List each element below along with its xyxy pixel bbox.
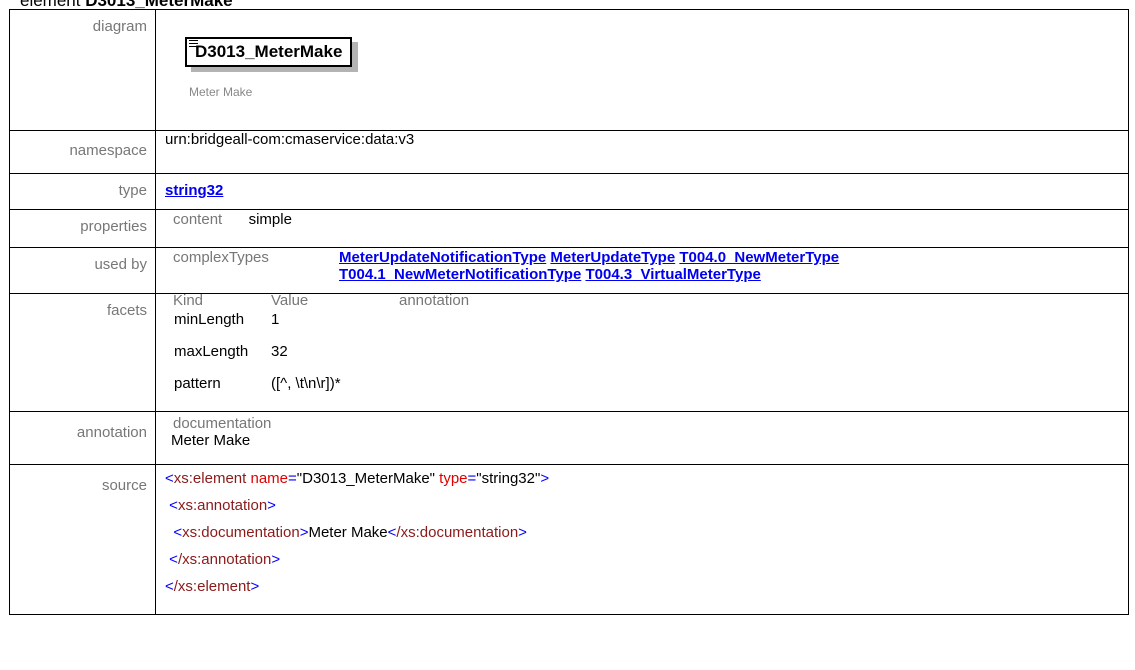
properties-value: simple [248,211,292,228]
used-by-link[interactable]: T004.3_VirtualMeterType [585,266,760,283]
annotation-label: annotation [9,411,156,465]
facets-table: Kind Value annotation minLength 1 maxLen… [173,293,469,407]
used-by-table: complexTypes MeterUpdateNotificationType… [173,249,839,283]
element-doc-table: diagram D3013_MeterMake Meter Make names… [9,9,1129,615]
facets-label: facets [9,293,156,412]
used-by-row: used by complexTypes MeterUpdateNotifica… [9,247,1129,294]
facet-kind: maxLength [174,343,249,360]
source-line: </xs:element> [165,578,260,595]
namespace-value: urn:bridgeall-com:cmaservice:data:v3 [155,130,1129,174]
source-code: <xs:element name="D3013_MeterMake" type=… [155,464,1129,615]
diagram-caption: Meter Make [189,85,253,99]
facets-header-row: Kind Value annotation [173,293,469,311]
used-by-kind: complexTypes [173,249,269,266]
type-label: type [9,173,156,210]
type-link[interactable]: string32 [165,182,223,199]
diagram-box-label: D3013_MeterMake [195,42,343,61]
facet-kind: minLength [174,311,245,328]
annotation-key: documentation [173,415,272,432]
used-by-link[interactable]: T004.1_NewMeterNotificationType [339,266,581,283]
source-row: source <xs:element name="D3013_MeterMake… [9,464,1129,615]
type-cell: string32 [155,173,1129,210]
properties-label: properties [9,209,156,248]
properties-row: properties content simple [9,209,1129,248]
facet-value: ([^, \t\n\r])* [271,375,341,392]
facet-kind: pattern [174,375,221,392]
facet-value: 1 [271,311,280,328]
annotation-cell: documentation Meter Make [155,411,1129,465]
source-line: <xs:annotation> [169,497,276,514]
diagram-label: diagram [9,9,156,131]
used-by-label: used by [9,247,156,294]
used-by-link[interactable]: T004.0_NewMeterType [679,249,839,266]
properties-cell: content simple [155,209,1129,248]
facet-row: maxLength 32 [173,343,469,375]
annotation-row: annotation documentation Meter Make [9,411,1129,465]
used-by-cell: complexTypes MeterUpdateNotificationType… [155,247,1129,294]
facets-header-kind: Kind [173,292,204,309]
source-line: </xs:annotation> [169,551,281,568]
namespace-label: namespace [9,130,156,174]
facets-cell: Kind Value annotation minLength 1 maxLen… [155,293,1129,412]
diagram-row: diagram D3013_MeterMake Meter Make [9,9,1129,131]
namespace-row: namespace urn:bridgeall-com:cmaservice:d… [9,130,1129,174]
facets-header-value: Value [271,292,309,309]
diagram-cell: D3013_MeterMake Meter Make [155,9,1129,131]
used-by-link[interactable]: MeterUpdateNotificationType [339,249,546,266]
source-line: <xs:element name="D3013_MeterMake" type=… [165,470,550,487]
src-tag: xs:element [173,470,247,487]
element-diagram-box[interactable]: D3013_MeterMake [185,37,353,67]
source-label: source [9,464,156,615]
used-by-link[interactable]: MeterUpdateType [550,249,675,266]
source-line: <xs:documentation>Meter Make</xs:documen… [173,524,527,541]
element-lines-icon [189,40,198,49]
properties-key: content [173,211,223,228]
annotation-value: Meter Make [171,432,251,449]
facet-row: minLength 1 [173,311,469,343]
facets-row: facets Kind Value annotation minLength 1… [9,293,1129,412]
facets-header-annotation: annotation [399,292,470,309]
facet-row: pattern ([^, \t\n\r])* [173,375,469,407]
type-row: type string32 [9,173,1129,210]
facet-value: 32 [271,343,288,360]
